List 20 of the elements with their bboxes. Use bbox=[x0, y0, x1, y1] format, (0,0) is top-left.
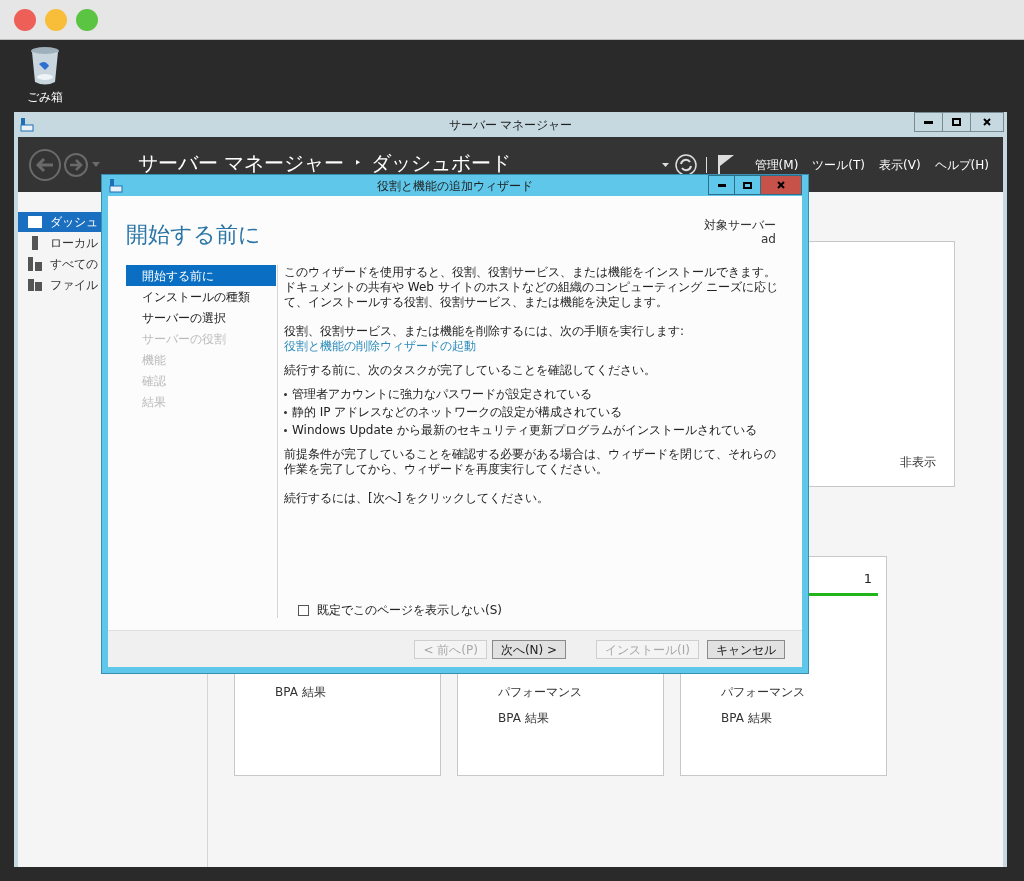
intro-paragraph: このウィザードを使用すると、役割、役割サービス、または機能をインストールできます。ドキュメントの共有や Web サイトのホストなどの組織のコンピューティング ニーズに応じて、インストールする役割、役割サービス、または機能を決定します。 bbox=[284, 265, 779, 310]
breadcrumb-page: ダッシュボード bbox=[371, 149, 512, 177]
tile-count: 1 bbox=[863, 570, 872, 588]
wizard-step: 確認 bbox=[126, 370, 276, 391]
wizard-step: 機能 bbox=[126, 349, 276, 370]
target-server-value: ad bbox=[761, 232, 776, 246]
breadcrumb-separator: ‣ bbox=[354, 154, 362, 172]
prerequisite-intro: 続行する前に、次のタスクが完了していることを確認してください。 bbox=[284, 363, 657, 378]
window-title: 役割と機能の追加ウィザード bbox=[377, 177, 533, 195]
page-heading: 開始する前に bbox=[126, 221, 261, 249]
wizard-step: サーバーの役割 bbox=[126, 328, 276, 349]
window-title: サーバー マネージャー bbox=[448, 116, 573, 134]
prerequisite-item: 静的 IP アドレスなどのネットワークの設定が構成されている bbox=[292, 405, 623, 420]
remove-instructions: 役割、役割サービス、または機能を削除するには、次の手順を実行します: bbox=[284, 324, 686, 339]
wizard-step: 結果 bbox=[126, 391, 276, 412]
prerequisite-item: Windows Update から最新のセキュリティ更新プログラムがインストールされている bbox=[292, 423, 757, 438]
target-server-label: 対象サーバー bbox=[704, 218, 776, 232]
prerequisite-note: 前提条件が完了していることを確認する必要がある場合は、ウィザードを閉じて、それらの作業を完了してから、ウィザードを再度実行してください。 bbox=[284, 447, 777, 477]
prerequisite-item: 管理者アカウントに強力なパスワードが設定されている bbox=[292, 387, 592, 402]
continue-note: 続行するには、[次へ] をクリックしてください。 bbox=[284, 491, 551, 506]
